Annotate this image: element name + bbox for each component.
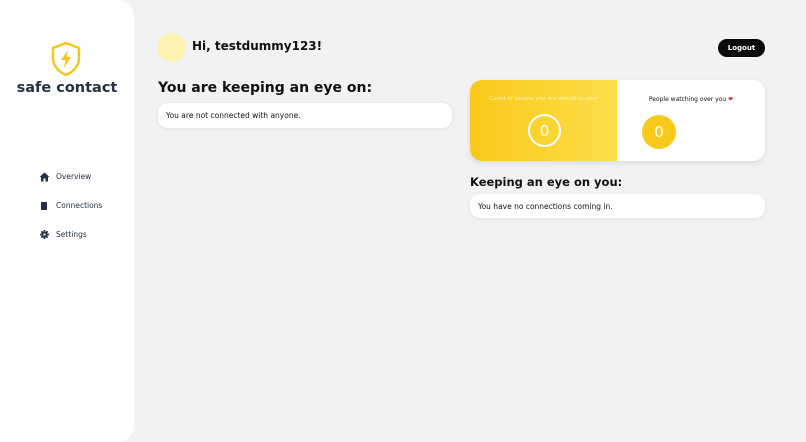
sidebar-item-label: Connections [56, 201, 103, 210]
watching-count-label: Count of people you are watching over [489, 96, 598, 102]
watchers-count-label-row: People watching over you ❤ [617, 96, 765, 103]
watching-count-panel: Count of people you are watching over 0 [470, 80, 617, 161]
sidebar-item-label: Settings [56, 230, 87, 239]
watching-empty-card: You are not connected with anyone. [158, 103, 452, 128]
incoming-title: Keeping an eye on you: [470, 175, 623, 189]
document-icon [38, 200, 50, 212]
watching-title: You are keeping an eye on: [158, 80, 373, 96]
avatar[interactable] [157, 33, 186, 62]
watching-empty-message: You are not connected with anyone. [166, 111, 301, 120]
brand-name: safe contact [16, 80, 118, 96]
watching-count-value: 0 [528, 114, 561, 147]
home-icon [38, 171, 50, 183]
sidebar-nav: Overview Connections Settings [38, 162, 102, 249]
sidebar-item-connections[interactable]: Connections [38, 191, 102, 220]
heart-icon: ❤ [728, 96, 734, 103]
incoming-empty-message: You have no connections coming in. [478, 201, 613, 211]
stats-card: Count of people you are watching over 0 … [470, 80, 765, 161]
watchers-count-value: 0 [642, 115, 676, 149]
gear-icon [38, 229, 50, 241]
sidebar-item-overview[interactable]: Overview [38, 162, 102, 191]
sidebar-item-settings[interactable]: Settings [38, 220, 102, 249]
watchers-count-label: People watching over you [648, 96, 727, 103]
incoming-empty-card: You have no connections coming in. [470, 194, 765, 218]
watchers-count-panel: People watching over you ❤ 0 [617, 80, 765, 161]
sidebar: safe contact Overview Connections Settin… [0, 0, 134, 442]
greeting: Hi, testdummy123! [192, 39, 323, 53]
sidebar-item-label: Overview [56, 172, 92, 181]
logout-button[interactable]: Logout [718, 39, 765, 57]
shield-lightning-icon [50, 41, 82, 77]
